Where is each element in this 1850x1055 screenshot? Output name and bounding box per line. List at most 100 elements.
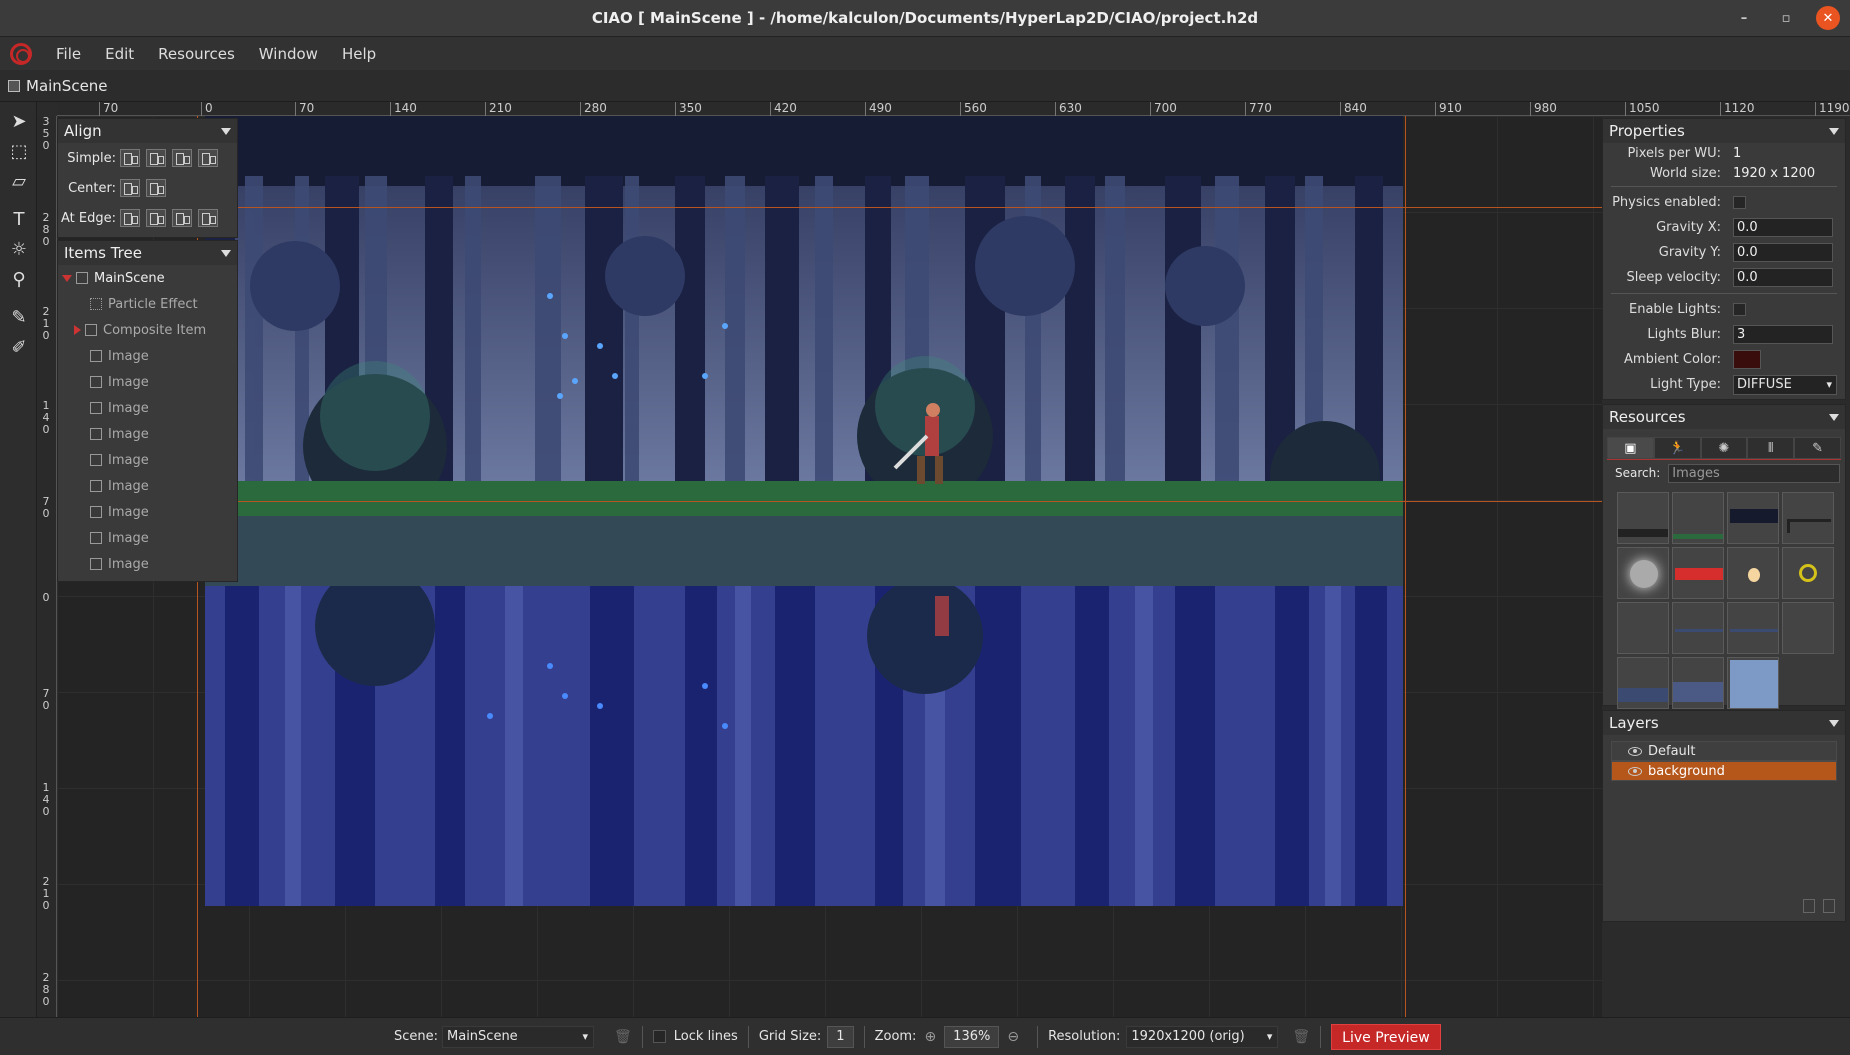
align-edge-top-button[interactable] [146, 209, 166, 227]
text-tool-icon[interactable]: T [8, 208, 30, 230]
guide-line-vertical[interactable] [1405, 116, 1406, 1017]
gravity-y-input[interactable]: 0.0 [1733, 243, 1833, 262]
resource-thumbnail[interactable] [1617, 602, 1669, 654]
align-panel-header[interactable]: Align [58, 119, 237, 143]
resource-thumbnail[interactable] [1617, 492, 1669, 544]
ambient-color-swatch[interactable] [1733, 350, 1761, 369]
resource-thumbnail[interactable] [1672, 657, 1724, 709]
library-tab-icon[interactable]: ⫴ [1747, 437, 1795, 459]
lock-lines-checkbox[interactable] [652, 1030, 666, 1043]
resource-thumbnail[interactable] [1617, 547, 1669, 599]
menu-resources[interactable]: Resources [146, 45, 247, 63]
expand-icon[interactable] [62, 274, 72, 282]
restore-button[interactable]: ▫ [1774, 6, 1798, 30]
character-tool-icon[interactable]: ⚲ [8, 268, 30, 290]
gravity-x-input[interactable]: 0.0 [1733, 218, 1833, 237]
resource-thumbnail[interactable] [1672, 547, 1724, 599]
resolution-select[interactable]: 1920x1200 (orig) [1126, 1025, 1279, 1048]
paint-brush-tool-icon[interactable]: ✎ [8, 306, 30, 328]
align-edge-left-button[interactable] [120, 209, 140, 227]
collapse-icon[interactable] [221, 249, 231, 257]
select-tool-icon[interactable]: ➤ [8, 110, 30, 132]
fonts-tab-icon[interactable]: ✎ [1794, 437, 1841, 459]
tree-item[interactable]: Image [58, 499, 237, 525]
add-layer-icon[interactable] [1803, 899, 1815, 913]
resource-thumbnail[interactable] [1727, 492, 1779, 544]
zoom-value[interactable]: 136% [944, 1025, 1000, 1048]
scene-canvas[interactable] [57, 116, 1602, 1017]
tree-item[interactable]: Particle Effect [58, 291, 237, 317]
forest-scene[interactable] [205, 116, 1403, 586]
tree-item[interactable]: Image [58, 525, 237, 551]
resource-thumbnail[interactable] [1727, 602, 1779, 654]
visibility-eye-icon[interactable] [1628, 746, 1642, 756]
scene-tab-label[interactable]: MainScene [26, 77, 108, 95]
live-preview-button[interactable]: Live Preview [1331, 1023, 1441, 1050]
delete-resolution-icon[interactable]: 🗑 [1292, 1029, 1310, 1045]
items-tree-header[interactable]: Items Tree [58, 241, 237, 265]
eraser-tool-icon[interactable]: ✐ [8, 336, 30, 358]
transform-tool-icon[interactable]: ⬚ [8, 140, 30, 162]
light-type-select[interactable]: DIFFUSE [1733, 374, 1837, 395]
tree-item[interactable]: Image [58, 343, 237, 369]
align-center-vertical-button[interactable] [146, 179, 166, 197]
align-bottom-button[interactable] [198, 149, 218, 167]
search-input[interactable]: Images [1668, 463, 1841, 483]
grid-size-input[interactable]: 1 [827, 1025, 854, 1048]
close-button[interactable]: ✕ [1816, 6, 1840, 30]
align-right-button[interactable] [172, 149, 192, 167]
reflection-scene[interactable] [205, 566, 1403, 906]
tree-item[interactable]: Image [58, 447, 237, 473]
resource-thumbnail[interactable] [1617, 657, 1669, 709]
layer-row-default[interactable]: Default [1611, 741, 1837, 761]
zoom-in-icon[interactable]: ⊕ [924, 1029, 936, 1045]
align-center-horizontal-button[interactable] [120, 179, 140, 197]
expand-icon[interactable] [74, 325, 81, 335]
collapse-icon[interactable] [221, 127, 231, 135]
collapse-icon[interactable] [1829, 127, 1839, 135]
tree-item[interactable]: Composite Item [58, 317, 237, 343]
menu-window[interactable]: Window [247, 45, 330, 63]
visibility-eye-icon[interactable] [1628, 766, 1642, 776]
delete-scene-icon[interactable]: 🗑 [614, 1029, 632, 1045]
tree-item[interactable]: Image [58, 473, 237, 499]
scene-select[interactable]: MainScene [442, 1025, 595, 1048]
resource-thumbnail[interactable] [1672, 492, 1724, 544]
collapse-icon[interactable] [1829, 413, 1839, 421]
resource-thumbnail[interactable] [1727, 657, 1779, 709]
sleep-velocity-input[interactable]: 0.0 [1733, 268, 1833, 287]
align-edge-bottom-button[interactable] [198, 209, 218, 227]
resource-thumbnail[interactable] [1782, 602, 1834, 654]
zoom-out-icon[interactable]: ⊖ [1007, 1029, 1019, 1045]
menu-help[interactable]: Help [330, 45, 388, 63]
resource-thumbnail[interactable] [1727, 547, 1779, 599]
resource-thumbnail[interactable] [1782, 492, 1834, 544]
tree-item[interactable]: Image [58, 421, 237, 447]
resources-header[interactable]: Resources [1603, 405, 1845, 429]
lights-blur-input[interactable]: 3 [1733, 325, 1833, 344]
align-top-button[interactable] [146, 149, 166, 167]
light-tool-icon[interactable]: ☼ [8, 238, 30, 260]
layer-row-background[interactable]: background [1611, 761, 1837, 781]
lights-checkbox[interactable] [1733, 303, 1746, 316]
properties-header[interactable]: Properties [1603, 119, 1845, 143]
delete-layer-icon[interactable] [1823, 899, 1835, 913]
collapse-icon[interactable] [1829, 719, 1839, 727]
align-edge-right-button[interactable] [172, 209, 192, 227]
layers-header[interactable]: Layers [1603, 711, 1845, 735]
tree-item[interactable]: Image [58, 395, 237, 421]
resource-thumbnail[interactable] [1672, 602, 1724, 654]
animations-tab-icon[interactable]: 🏃 [1653, 437, 1701, 459]
physics-checkbox[interactable] [1733, 196, 1746, 209]
guide-line-horizontal[interactable] [57, 207, 1602, 208]
tree-item[interactable]: Image [58, 369, 237, 395]
particles-tab-icon[interactable]: ✺ [1700, 437, 1748, 459]
minimize-button[interactable]: – [1732, 6, 1756, 30]
tree-item-root[interactable]: MainScene [58, 265, 237, 291]
menu-edit[interactable]: Edit [93, 45, 146, 63]
menu-file[interactable]: File [44, 45, 93, 63]
tree-item[interactable]: Image [58, 551, 237, 577]
resource-thumbnail[interactable] [1782, 547, 1834, 599]
guide-line-horizontal[interactable] [57, 501, 1602, 502]
images-tab-icon[interactable]: ▣ [1607, 437, 1654, 459]
